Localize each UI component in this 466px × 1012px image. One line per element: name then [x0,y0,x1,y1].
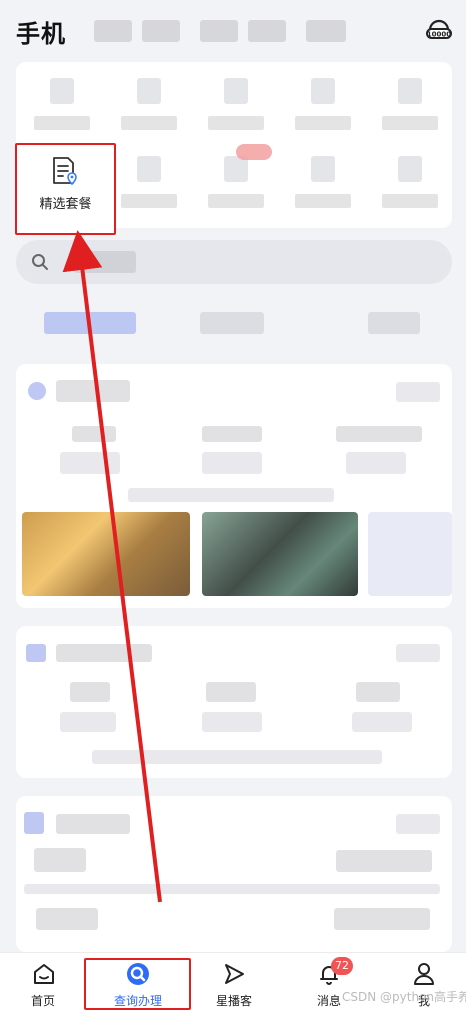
search-placeholder-blurred [74,251,136,273]
promo-image[interactable] [202,512,358,596]
blurred-tab[interactable] [306,20,346,42]
blurred-tab[interactable] [94,20,132,42]
tab-home[interactable]: 首页 [8,953,78,1012]
grid-item[interactable] [279,142,366,222]
search-icon [32,254,48,270]
blurred-tab[interactable] [200,312,264,334]
grid-item[interactable] [279,64,366,144]
watermark: CSDN @python高手养成 [342,990,466,1004]
promo-image[interactable] [22,512,190,596]
promo-image[interactable] [368,512,452,596]
send-icon [225,964,244,984]
grid-item[interactable] [18,64,105,144]
home-icon [34,964,54,984]
grid-item[interactable] [366,142,453,222]
tab-star-podcast[interactable]: 星播客 [196,953,272,1012]
user-icon [414,963,434,985]
voice-card[interactable] [16,626,452,778]
grid-item-selected-package[interactable]: 精选套餐 [15,143,116,235]
top-bar: 手机 10000 [0,0,466,62]
blurred-tab[interactable] [44,312,136,334]
grid-item[interactable] [192,64,279,144]
grid-item[interactable] [105,64,192,144]
data-card[interactable] [16,796,452,952]
blurred-tab[interactable] [142,20,180,42]
grid-item-label: 精选套餐 [39,197,92,212]
blurred-tab[interactable] [248,20,286,42]
search-bar[interactable] [16,240,452,284]
blurred-tab[interactable] [368,312,420,334]
tab-annotation-box [84,958,191,1010]
svg-text:10000: 10000 [427,31,451,39]
message-count-badge: 72 [331,957,353,975]
page-title: 手机 [16,20,66,48]
package-document-icon [53,157,77,186]
grid-item[interactable] [105,142,192,222]
blurred-tab[interactable] [200,20,238,42]
grid-item-badge [236,144,272,160]
10000-service-icon[interactable]: 10000 [424,14,454,44]
grid-item[interactable] [366,64,453,144]
